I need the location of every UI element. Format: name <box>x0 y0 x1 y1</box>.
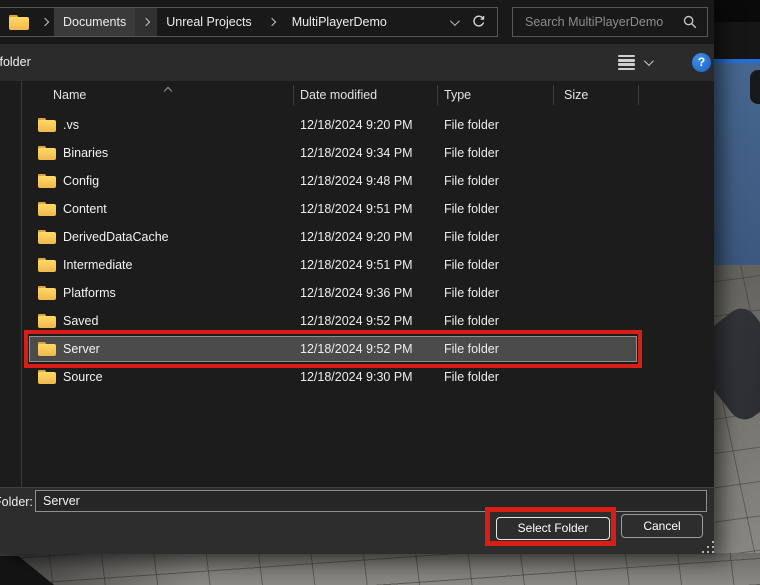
chevron-right-icon[interactable] <box>41 18 49 26</box>
column-header-name[interactable]: Name <box>53 88 86 102</box>
table-row[interactable]: Content 12/18/2024 9:51 PM File folder <box>21 195 714 223</box>
column-headers: Name Date modified Type Size <box>21 81 714 109</box>
column-divider[interactable] <box>638 85 639 105</box>
row-type: File folder <box>444 174 499 188</box>
address-bar-row: Documents Unreal Projects MultiPlayerDem… <box>0 0 714 44</box>
column-divider[interactable] <box>293 85 294 105</box>
folder-icon <box>38 202 56 216</box>
resize-grip[interactable] <box>712 551 714 553</box>
cancel-button[interactable]: Cancel <box>621 514 703 538</box>
row-type: File folder <box>444 314 499 328</box>
annotation-box-select-folder <box>485 507 616 546</box>
search-icon[interactable] <box>683 15 697 29</box>
select-folder-dialog: Documents Unreal Projects MultiPlayerDem… <box>0 0 714 553</box>
row-name: Platforms <box>63 286 116 300</box>
breadcrumb-segment-multiplayerdemo[interactable]: MultiPlayerDemo <box>283 8 396 36</box>
row-name: Saved <box>63 314 98 328</box>
folder-icon <box>38 230 56 244</box>
row-type: File folder <box>444 370 499 384</box>
breadcrumb-segment-documents[interactable]: Documents <box>54 8 135 36</box>
row-name: .vs <box>63 118 79 132</box>
row-date: 12/18/2024 9:36 PM <box>300 286 413 300</box>
search-input[interactable] <box>523 14 677 30</box>
column-header-type[interactable]: Type <box>444 88 471 102</box>
row-type: File folder <box>444 146 499 160</box>
folder-icon <box>38 146 56 160</box>
folder-icon <box>38 258 56 272</box>
row-date: 12/18/2024 9:51 PM <box>300 258 413 272</box>
table-row[interactable]: Platforms 12/18/2024 9:36 PM File folder <box>21 279 714 307</box>
column-divider[interactable] <box>553 85 554 105</box>
help-icon[interactable]: ? <box>692 53 711 72</box>
row-type: File folder <box>444 230 499 244</box>
change-view-button[interactable] <box>618 51 660 74</box>
row-date: 12/18/2024 9:30 PM <box>300 370 413 384</box>
folder-icon <box>38 370 56 384</box>
folder-field-label: Folder: <box>0 492 33 512</box>
table-row[interactable]: .vs 12/18/2024 9:20 PM File folder <box>21 111 714 139</box>
breadcrumb-chevron[interactable] <box>261 8 283 36</box>
folder-icon <box>38 118 56 132</box>
row-type: File folder <box>444 258 499 272</box>
row-date: 12/18/2024 9:34 PM <box>300 146 413 160</box>
file-list: Name Date modified Type Size .vs 12/18/2… <box>0 81 714 487</box>
folder-icon <box>38 286 56 300</box>
address-dropdown-chevron-icon[interactable] <box>450 16 460 26</box>
editor-background <box>714 0 760 59</box>
table-row[interactable]: Binaries 12/18/2024 9:34 PM File folder <box>21 139 714 167</box>
row-type: File folder <box>444 202 499 216</box>
refresh-icon[interactable] <box>471 15 486 30</box>
new-folder-button[interactable]: New folder <box>0 44 31 80</box>
folder-icon <box>9 15 29 30</box>
row-date: 12/18/2024 9:20 PM <box>300 230 413 244</box>
details-view-icon <box>618 55 635 70</box>
folder-icon <box>38 314 56 328</box>
breadcrumb-chevron[interactable] <box>135 8 157 36</box>
table-row[interactable]: Intermediate 12/18/2024 9:51 PM File fol… <box>21 251 714 279</box>
row-date: 12/18/2024 9:52 PM <box>300 314 413 328</box>
sort-ascending-icon <box>164 87 172 95</box>
annotation-box-server-row <box>24 330 642 368</box>
dialog-toolbar: New folder ? <box>0 44 714 82</box>
row-date: 12/18/2024 9:51 PM <box>300 202 413 216</box>
breadcrumb: Documents Unreal Projects MultiPlayerDem… <box>0 7 498 37</box>
breadcrumb-segment-unreal-projects[interactable]: Unreal Projects <box>157 8 260 36</box>
row-name: Config <box>63 174 99 188</box>
column-header-size[interactable]: Size <box>564 88 588 102</box>
chevron-right-icon <box>142 18 150 26</box>
column-divider[interactable] <box>437 85 438 105</box>
search-box <box>512 7 708 37</box>
row-name: Source <box>63 370 103 384</box>
row-name: Content <box>63 202 107 216</box>
row-name: Binaries <box>63 146 108 160</box>
row-name: DerivedDataCache <box>63 230 169 244</box>
row-name: Intermediate <box>63 258 132 272</box>
table-row[interactable]: Config 12/18/2024 9:48 PM File folder <box>21 167 714 195</box>
row-type: File folder <box>444 286 499 300</box>
row-date: 12/18/2024 9:48 PM <box>300 174 413 188</box>
row-type: File folder <box>444 118 499 132</box>
folder-icon <box>38 174 56 188</box>
chevron-down-icon <box>644 56 654 66</box>
chevron-right-icon <box>267 18 275 26</box>
column-header-date-modified[interactable]: Date modified <box>300 88 377 102</box>
table-row[interactable]: DerivedDataCache 12/18/2024 9:20 PM File… <box>21 223 714 251</box>
row-date: 12/18/2024 9:20 PM <box>300 118 413 132</box>
viewport-dark-object <box>750 70 760 104</box>
viewport-floor-grid-bottom <box>0 553 760 585</box>
